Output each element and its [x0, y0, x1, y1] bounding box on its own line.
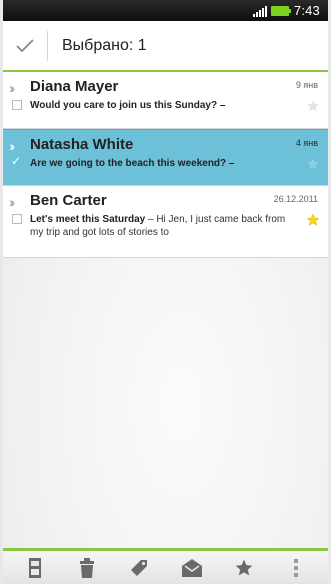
star-icon[interactable] [306, 99, 320, 113]
status-bar: 7:43 [3, 0, 328, 21]
action-bar [3, 548, 328, 584]
delete-icon [80, 557, 95, 578]
email-row-diana[interactable]: ›› Diana Mayer 9 янв Would you care to j… [3, 72, 328, 129]
email-snippet: Let's meet this Saturday – Hi Jen, I jus… [30, 213, 300, 239]
email-row-ben[interactable]: ›› Ben Carter 26.12.2011 Let's meet this… [3, 186, 328, 258]
move-icon [29, 557, 42, 578]
label-icon [131, 559, 148, 576]
delete-button[interactable] [69, 553, 105, 583]
email-date: 9 янв [295, 80, 318, 90]
signal-icon [252, 5, 267, 17]
move-button[interactable] [17, 553, 53, 583]
battery-icon [270, 5, 291, 16]
star-button[interactable] [226, 553, 262, 583]
email-date: 4 янв [295, 138, 318, 148]
expand-chevron-icon[interactable]: ›› [9, 194, 16, 210]
email-sender: Diana Mayer [30, 78, 119, 95]
star-icon [235, 559, 253, 575]
email-row-natasha[interactable]: ›› Natasha White 4 янв ✓ Are we going to… [3, 129, 328, 186]
selection-header: Выбрано: 1 [3, 21, 328, 72]
email-list: ›› Diana Mayer 9 янв Would you care to j… [3, 72, 328, 548]
more-icon [293, 558, 298, 577]
clock: 7:43 [293, 3, 320, 18]
email-subject: Would you care to join us this Sunday? – [30, 100, 226, 111]
expand-chevron-icon[interactable]: ›› [9, 80, 16, 96]
email-subject: Let's meet this Saturday [30, 214, 146, 225]
selected-count-title: Выбрано: 1 [62, 36, 147, 54]
email-subject: Are we going to the beach this weekend? … [30, 158, 235, 169]
select-checkbox[interactable] [12, 214, 22, 224]
mark-read-icon [181, 558, 202, 577]
star-icon[interactable] [306, 213, 320, 227]
select-checkbox[interactable] [12, 100, 22, 110]
email-date: 26.12.2011 [273, 194, 318, 204]
star-icon[interactable] [306, 157, 320, 171]
email-snippet: Are we going to the beach this weekend? … [30, 157, 300, 170]
email-snippet: Would you care to join us this Sunday? – [30, 99, 300, 112]
email-sender: Ben Carter [30, 192, 107, 209]
expand-chevron-icon[interactable]: ›› [9, 138, 16, 154]
mark-read-button[interactable] [174, 553, 210, 583]
email-sender: Natasha White [30, 136, 134, 153]
select-checkbox-checked[interactable]: ✓ [11, 155, 21, 167]
label-button[interactable] [121, 553, 157, 583]
done-check-icon[interactable] [3, 20, 47, 71]
header-divider [47, 30, 48, 61]
email-app-screen: 7:43 Выбрано: 1 ›› Diana Mayer 9 янв Wou… [0, 0, 331, 584]
more-button[interactable] [278, 553, 314, 583]
